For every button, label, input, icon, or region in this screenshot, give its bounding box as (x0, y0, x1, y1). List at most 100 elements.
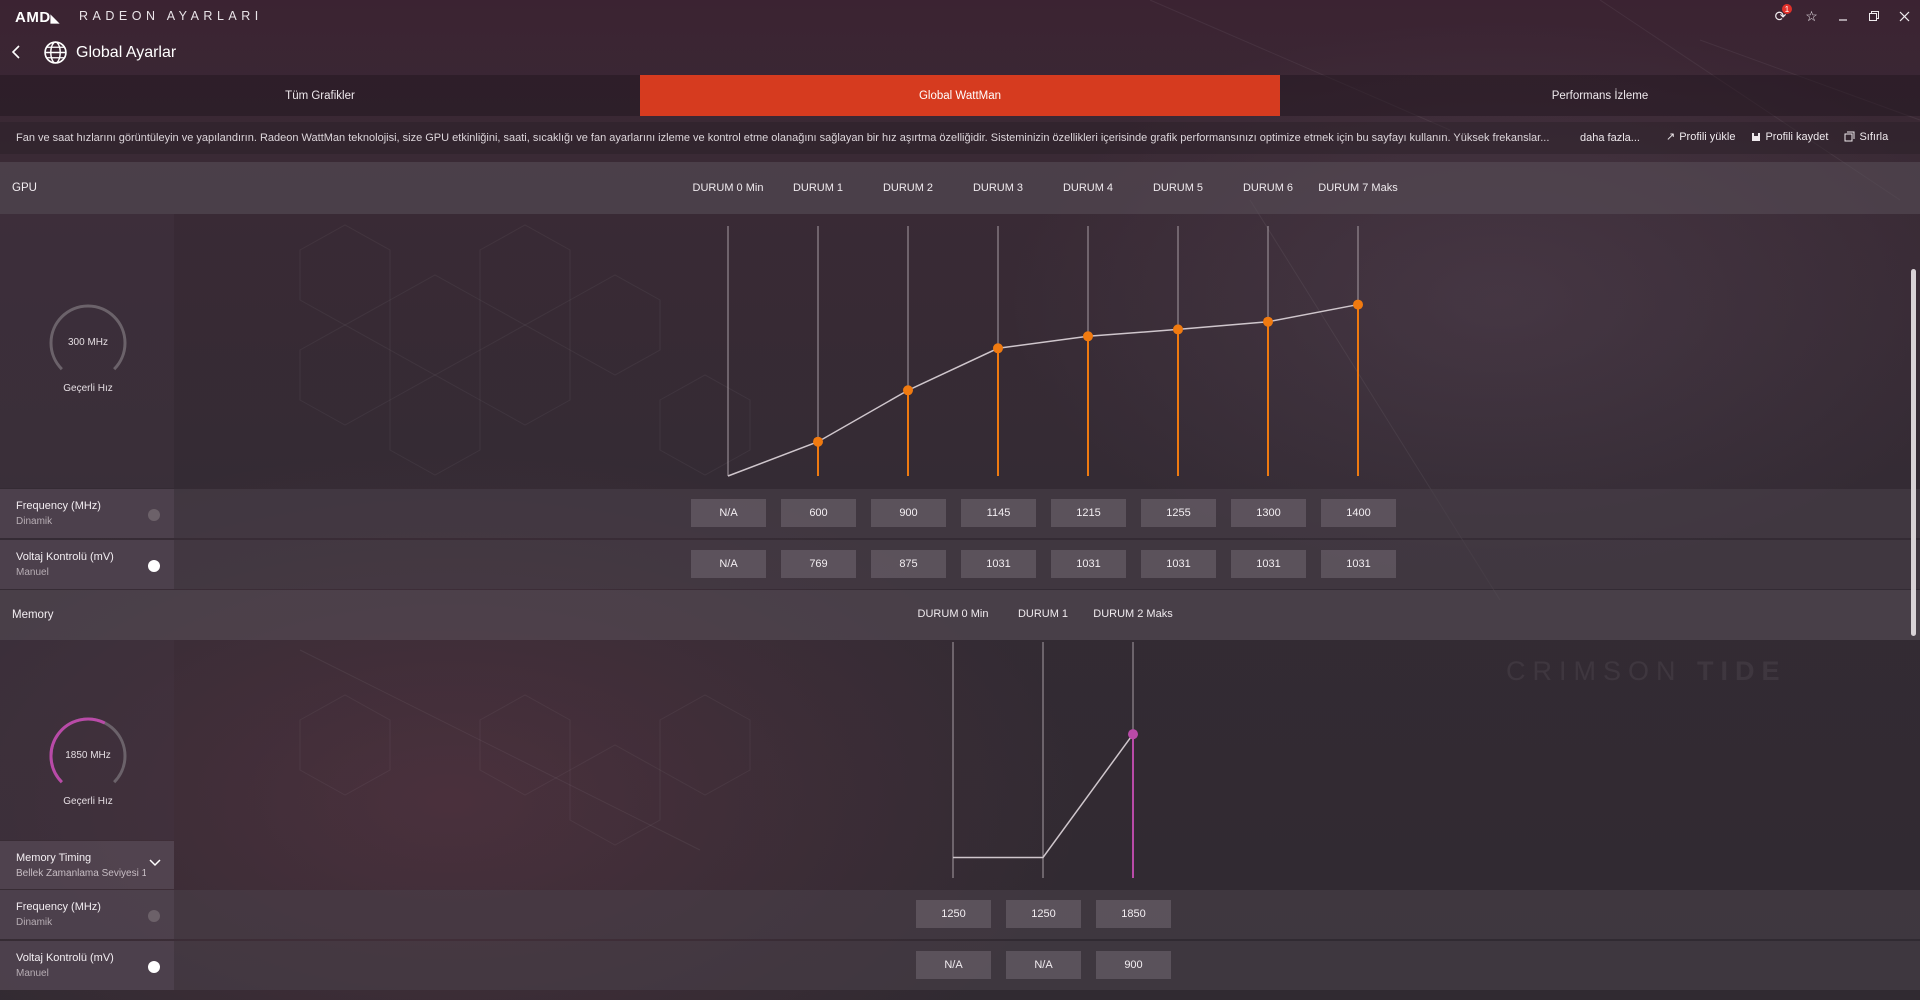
gpu-state-curve-chart (727, 226, 1363, 477)
tab-performance-monitoring[interactable]: Performans İzleme (1280, 75, 1920, 116)
gpu-stage-header: DURUM 4 (1062, 182, 1114, 194)
gpu-stage-handle[interactable] (903, 385, 913, 396)
gpu-stage-handle[interactable] (1173, 324, 1183, 335)
gpu-stage-header: DURUM 1 (792, 182, 844, 194)
memory-frequency-label-cell: Frequency (MHz) Dinamik (0, 890, 174, 939)
star-icon: ☆ (1805, 7, 1818, 24)
memory-voltage-toggle[interactable] (148, 961, 160, 973)
reset-icon (1844, 131, 1855, 142)
restore-button[interactable] (1858, 4, 1889, 28)
load-profile-label: Profili yükle (1679, 130, 1736, 143)
memory-frequency-value-input[interactable]: 1250 (916, 900, 991, 928)
gpu-frequency-value-input[interactable]: 600 (781, 499, 856, 527)
gpu-section-title: GPU (12, 182, 37, 194)
gpu-stage-header: DURUM 7 Maks (1318, 182, 1398, 194)
gpu-frequency-value-input[interactable]: 1255 (1141, 499, 1216, 527)
vertical-scrollbar[interactable] (1911, 269, 1916, 636)
close-icon (1899, 11, 1910, 21)
gpu-frequency-value-input[interactable]: 1300 (1231, 499, 1306, 527)
gpu-frequency-value-input[interactable]: 1215 (1051, 499, 1126, 527)
globe-icon (44, 41, 67, 64)
favorite-button[interactable]: ☆ (1796, 4, 1827, 28)
gpu-gauge-value: 300 MHz (67, 337, 108, 348)
gpu-frequency-toggle[interactable] (148, 509, 160, 521)
gpu-stage-handle[interactable] (1263, 316, 1273, 327)
crimson-tide-watermark: CRIMSON TIDE (1506, 656, 1787, 686)
tab-global-wattman[interactable]: Global WattMan (640, 75, 1280, 116)
memory-voltage-label: Voltaj Kontrolü (mV) (16, 952, 114, 964)
memory-voltage-value-input: N/A (916, 951, 991, 979)
memory-frequency-value-input[interactable]: 1850 (1096, 900, 1171, 928)
gpu-voltage-value-input[interactable]: 1031 (1051, 550, 1126, 578)
save-icon (1752, 132, 1761, 141)
memory-frequency-label: Frequency (MHz) (16, 901, 101, 913)
gpu-voltage-toggle[interactable] (148, 560, 160, 572)
gpu-frequency-value-input[interactable]: 1400 (1321, 499, 1396, 527)
gpu-frequency-row: Frequency (MHz) Dinamik (0, 489, 1920, 538)
gpu-gauge-caption: Geçerli Hız (63, 383, 113, 394)
gpu-voltage-value-input[interactable]: 1031 (1231, 550, 1306, 578)
minimize-button[interactable] (1827, 4, 1858, 28)
gpu-voltage-value-input[interactable]: 875 (871, 550, 946, 578)
back-button[interactable] (9, 43, 25, 61)
title-bar: AMD◣ RADEON AYARLARI ⟳ 1 ☆ (0, 0, 1920, 32)
save-profile-button[interactable]: Profili kaydet (1751, 130, 1828, 143)
memory-voltage-mode: Manuel (16, 968, 49, 979)
reset-button[interactable]: Sıfırla (1844, 130, 1888, 143)
window-controls: ⟳ 1 ☆ (1765, 4, 1920, 28)
gpu-stage-header: DURUM 3 (972, 182, 1024, 194)
profile-actions: ↗ Profili yükle Profili kaydet Sıfırla (1666, 130, 1888, 144)
gpu-voltage-value-input[interactable]: 1031 (1141, 550, 1216, 578)
memory-voltage-value-input[interactable]: 900 (1096, 951, 1171, 979)
gpu-voltage-value-input[interactable]: 769 (781, 550, 856, 578)
memory-timing-dropdown[interactable]: Memory Timing Bellek Zamanlama Seviyesi … (0, 841, 174, 889)
gpu-frequency-label-cell: Frequency (MHz) Dinamik (0, 489, 174, 538)
gpu-curve-line (727, 303, 1359, 477)
amd-logo: AMD◣ (15, 9, 60, 26)
memory-gauge-caption: Geçerli Hız (63, 796, 113, 807)
memory-stage-handle[interactable] (1128, 729, 1138, 740)
gpu-voltage-label: Voltaj Kontrolü (mV) (16, 551, 114, 563)
memory-voltage-value-input: N/A (1006, 951, 1081, 979)
memory-section-title: Memory (12, 609, 54, 621)
gpu-stage-header: DURUM 6 (1242, 182, 1294, 194)
app-title: RADEON AYARLARI (79, 9, 263, 23)
gpu-voltage-value-input[interactable]: 1031 (961, 550, 1036, 578)
memory-stage-header: DURUM 1 (1017, 608, 1069, 620)
gpu-stage-header: DURUM 2 (882, 182, 934, 194)
restore-icon (1868, 11, 1879, 21)
gpu-voltage-label-cell: Voltaj Kontrolü (mV) Manuel (0, 540, 174, 589)
share-arrow-icon: ↗ (1666, 131, 1676, 143)
memory-voltage-label-cell: Voltaj Kontrolü (mV) Manuel (0, 941, 174, 990)
notification-badge: 1 (1782, 4, 1792, 14)
memory-frequency-toggle[interactable] (148, 910, 160, 922)
gpu-frequency-value-input[interactable]: 900 (871, 499, 946, 527)
tab-bar: Tüm Grafikler Global WattMan Performans … (0, 75, 1920, 116)
memory-timing-value: Bellek Zamanlama Seviyesi 1 (16, 868, 146, 879)
memory-state-curve-chart (952, 642, 1138, 878)
gpu-voltage-value-input[interactable]: 1031 (1321, 550, 1396, 578)
load-profile-button[interactable]: ↗ Profili yükle (1666, 130, 1736, 144)
memory-frequency-value-input[interactable]: 1250 (1006, 900, 1081, 928)
minimize-icon (1838, 19, 1847, 21)
memory-frequency-mode: Dinamik (16, 917, 53, 928)
gpu-stage-handle[interactable] (1353, 299, 1363, 310)
close-button[interactable] (1889, 4, 1920, 28)
memory-gauge-value: 1850 MHz (65, 750, 111, 761)
notification-button[interactable]: ⟳ 1 (1765, 4, 1796, 28)
gpu-stage-handle[interactable] (1083, 331, 1093, 342)
gpu-frequency-value-input[interactable]: 1145 (961, 499, 1036, 527)
tab-all-graphics[interactable]: Tüm Grafikler (0, 75, 640, 116)
more-link[interactable]: daha fazla... (1580, 132, 1640, 144)
gpu-stage-handle[interactable] (993, 343, 1003, 354)
chevron-down-icon (148, 855, 162, 871)
reset-label: Sıfırla (1859, 130, 1889, 143)
page-title: Global Ayarlar (76, 44, 177, 61)
description-text: Fan ve saat hızlarını görüntüleyin ve ya… (16, 132, 1550, 144)
memory-timing-label: Memory Timing (16, 852, 92, 864)
gpu-voltage-value-input: N/A (691, 550, 766, 578)
chevron-left-icon (11, 45, 20, 59)
gpu-stage-header: DURUM 0 Min (692, 182, 764, 194)
gpu-stage-handle[interactable] (813, 436, 823, 447)
gpu-frequency-label: Frequency (MHz) (16, 500, 101, 512)
